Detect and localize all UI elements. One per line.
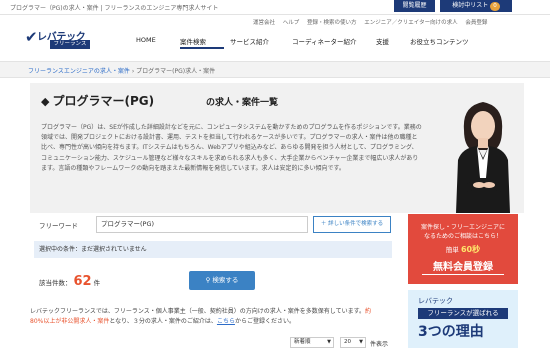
history-button[interactable]: 閲覧履歴	[394, 0, 435, 12]
nav-support[interactable]: 支援	[373, 36, 407, 50]
utility-link-howto[interactable]: 登録・検索の使い方	[307, 20, 357, 26]
reasons-line2: フリーランスが選ばれる	[418, 308, 508, 319]
register-time-value: 60秒	[460, 245, 481, 254]
breadcrumb-current: プログラマー(PG)求人・案件	[136, 68, 216, 75]
reasons-line3: 3つの理由	[418, 324, 484, 340]
free-word-input[interactable]: プログラマー(PG)	[96, 216, 308, 233]
footnote-text3: からご登録ください。	[234, 318, 295, 325]
per-page-value: 20	[344, 339, 351, 345]
sort-select[interactable]: 新着順 ▼	[290, 337, 334, 348]
site-logo[interactable]: ✔ レバテック フリーランス	[25, 26, 113, 52]
utility-links: 運営会社 ヘルプ 登録・検索の使い方 エンジニア／クリエイター向けの求人 会員登…	[253, 18, 493, 26]
utility-link-engineer[interactable]: エンジニア／クリエイター向けの求人	[364, 20, 457, 26]
search-panel: フリーワード プログラマー(PG) ＋ 詳しい条件で検索する 選択中の条件：まだ…	[30, 213, 400, 303]
consultant-photo	[456, 102, 510, 213]
footnote: レバテックフリーランスでは、フリーランス・個人事業主（一般、契約社員）の方向けの…	[30, 307, 372, 327]
favorites-label: 検討中リスト	[452, 2, 489, 9]
main-nav: HOME 案件検索 サービス紹介 コーディネーター紹介 支援 お役立ちコンテンツ	[133, 36, 477, 50]
page-title: プログラマー(PG)	[52, 94, 155, 108]
register-cta: 無料会員登録	[433, 262, 493, 273]
detail-search-button[interactable]: ＋ 詳しい条件で検索する	[313, 216, 391, 233]
nav-service[interactable]: サービス紹介	[227, 36, 289, 50]
breadcrumb-root-link[interactable]: フリーランスエンジニアの求人・案件	[28, 68, 130, 75]
result-count: 該当件数： 62 件	[39, 274, 100, 289]
search-button-label: 検索する	[212, 276, 239, 284]
page-description: プログラマー（PG）は、SEが作成した詳細設計などを元に、コンピュータシステムを…	[41, 124, 422, 172]
free-word-label: フリーワード	[39, 222, 78, 230]
register-underline	[422, 274, 504, 275]
stack-icon: ◆	[41, 95, 50, 108]
top-bar: プログラマー（PG)の求人・案件 | フリーランスのエンジニア専門求人サイト 閲…	[0, 0, 550, 15]
nav-coordinator[interactable]: コーディネーター紹介	[289, 36, 373, 50]
free-word-value: プログラマー(PG)	[101, 220, 155, 228]
per-page-select[interactable]: 20 ▼	[340, 337, 366, 348]
footnote-text1: レバテックフリーランスでは、フリーランス・個人事業主（一般、契約社員）の方向けの…	[30, 308, 365, 315]
footnote-link[interactable]: こちら	[217, 318, 235, 325]
chevron-down-icon: ▼	[359, 339, 363, 345]
register-time-prefix: 簡単	[445, 246, 459, 254]
sort-select-value: 新着順	[294, 339, 311, 345]
chevron-down-icon: ▼	[327, 339, 331, 345]
hero-panel: ◆ プログラマー(PG) の求人・案件一覧 プログラマー（PG）は、SEが作成した…	[30, 83, 524, 213]
register-banner[interactable]: 案件探し・フリーエンジニアに なるためのご相談はこちら！ 簡単 60秒 無料会員…	[408, 214, 518, 284]
breadcrumb: フリーランスエンジニアの求人・案件 › プログラマー(PG)求人・案件	[0, 61, 550, 78]
footnote-text2: となり、３分の求人・案件のご紹介は、	[109, 318, 217, 325]
logo-subtitle: フリーランス	[50, 40, 90, 49]
result-count-unit: 件	[93, 279, 101, 287]
favorites-button[interactable]: 検討中リスト 0	[440, 0, 512, 12]
register-line1: 案件探し・フリーエンジニアに	[420, 224, 505, 231]
site-tagline: プログラマー（PG)の求人・案件 | フリーランスのエンジニア専門求人サイト	[10, 5, 219, 12]
logo-check-icon: ✔	[25, 28, 38, 46]
reasons-line1: レバテック	[418, 297, 453, 305]
favorites-count-badge: 0	[490, 2, 500, 11]
reasons-banner[interactable]: レバテック フリーランスが選ばれる 3つの理由	[408, 290, 518, 348]
selected-conditions: 選択中の条件：まだ選択されていません	[34, 241, 392, 258]
page-subtitle: の求人・案件一覧	[206, 98, 279, 108]
nav-contents[interactable]: お役立ちコンテンツ	[407, 36, 477, 50]
utility-link-company[interactable]: 運営会社	[253, 20, 275, 26]
utility-link-help[interactable]: ヘルプ	[283, 20, 300, 26]
utility-link-register[interactable]: 会員登録	[465, 20, 487, 26]
result-count-value: 62	[73, 274, 92, 289]
register-line2: なるためのご相談はこちら！	[423, 233, 502, 240]
per-page-label: 件表示	[370, 341, 389, 348]
search-button[interactable]: ⚲ 検索する	[189, 271, 255, 290]
nav-home[interactable]: HOME	[133, 36, 177, 50]
result-count-label: 該当件数：	[39, 279, 72, 287]
nav-search[interactable]: 案件検索	[177, 36, 227, 50]
